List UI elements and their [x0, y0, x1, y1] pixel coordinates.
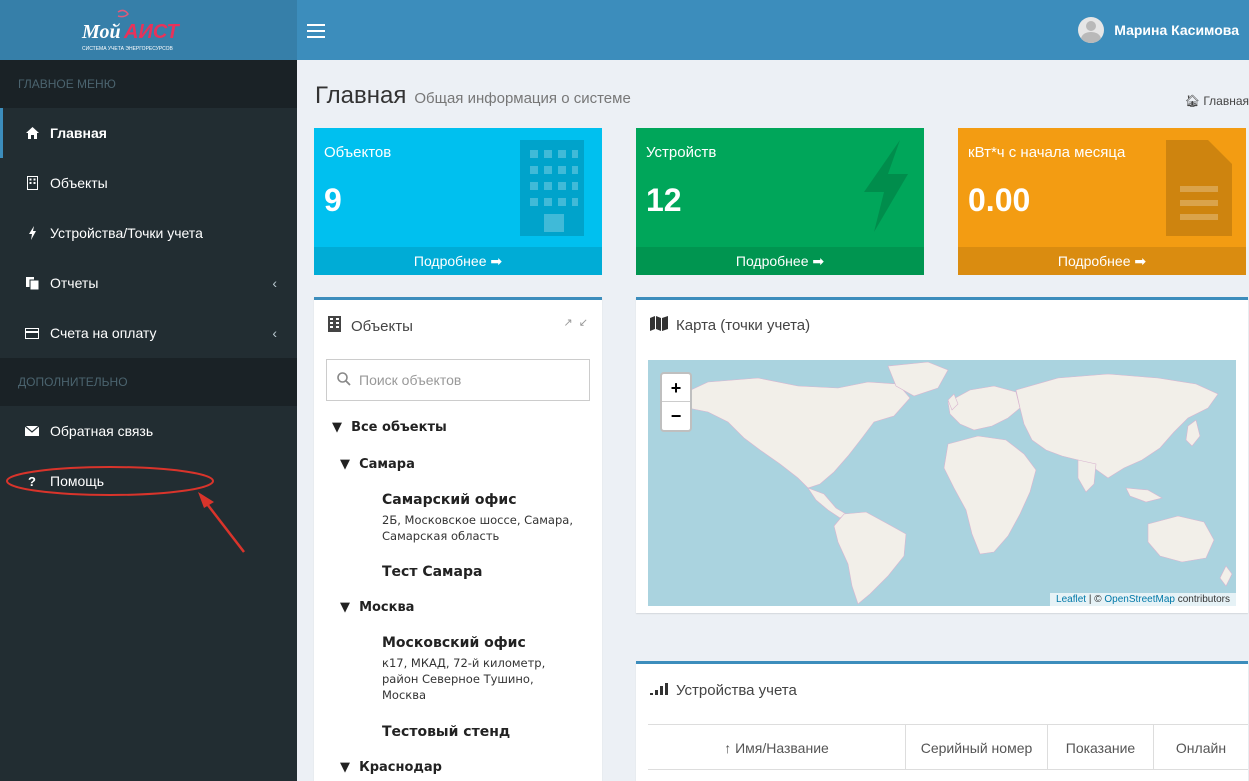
building-icon [520, 140, 584, 236]
page-subtitle: Общая информация о системе [414, 90, 631, 107]
tree-node-moscow[interactable]: ▼ Москва [340, 600, 414, 615]
map-view[interactable]: + − Leaflet | © OpenStreetMap contributo… [648, 360, 1236, 606]
sidebar-item-devices[interactable]: Устройства/Точки учета [0, 208, 297, 258]
tree-node-root[interactable]: ▼ Все объекты [332, 420, 447, 435]
top-navbar: Марина Касимова [297, 0, 1249, 60]
envelope-icon [22, 426, 42, 436]
column-header-online[interactable]: Онлайн [1154, 724, 1248, 770]
arrow-circle-right-icon: ➡ [490, 253, 503, 269]
home-icon: 🏠︎ [1184, 94, 1200, 108]
osm-link[interactable]: OpenStreetMap [1104, 594, 1175, 605]
app-logo[interactable]: Мой АИСТ СИСТЕМА УЧЕТА ЭНЕРГОРЕСУРСОВ [0, 0, 297, 60]
sidebar-item-label: Отчеты [50, 275, 99, 291]
sidebar-item-reports[interactable]: Отчеты ‹ [0, 258, 297, 308]
arrow-circle-right-icon: ➡ [812, 253, 825, 269]
arrow-circle-right-icon: ➡ [1134, 253, 1147, 269]
tile-value: 12 [646, 182, 682, 218]
tree-leaf-address: 2Б, Московское шоссе, Самара, Самарская … [382, 513, 573, 543]
zoom-out-button[interactable]: − [662, 402, 690, 430]
column-header-name[interactable]: ↑ Имя/Название [648, 724, 906, 770]
sidebar-item-home[interactable]: Главная [0, 108, 297, 158]
sidebar-item-label: Объекты [50, 175, 108, 191]
sidebar-item-label: Обратная связь [50, 423, 154, 439]
sidebar-toggle-icon[interactable] [307, 24, 325, 38]
tree-node-samara[interactable]: ▼ Самара [340, 457, 415, 472]
files-icon [22, 276, 42, 290]
tile-devices: Устройств 12 Подробнее ➡ [636, 128, 924, 275]
map-panel: Карта (точки учета) + − Leaflet | © Open… [636, 297, 1248, 613]
chevron-left-icon: ‹ [272, 325, 277, 341]
svg-text:Мой: Мой [81, 21, 121, 43]
objects-panel: Объекты ↗ ↙ Поиск объектов ▼ Все объекты… [314, 297, 602, 781]
tile-value: 9 [324, 182, 342, 218]
column-header-reading[interactable]: Показание [1048, 724, 1154, 770]
world-map [677, 361, 1233, 605]
map-zoom-control: + − [660, 372, 692, 432]
search-placeholder: Поиск объектов [359, 372, 462, 388]
devices-panel-title: Устройства учета [650, 682, 797, 699]
breadcrumb[interactable]: 🏠︎ Главная [1185, 94, 1249, 108]
collapse-icon[interactable]: ↙ [579, 317, 588, 329]
page-header: Главная Общая информация о системе [315, 82, 631, 110]
tree-leaf-moscow-test[interactable]: Тестовый стенд [382, 724, 510, 740]
chevron-left-icon: ‹ [272, 275, 277, 291]
search-icon [337, 371, 351, 389]
tile-label: кВт*ч с начала месяца [968, 144, 1126, 161]
panel-tools: ↗ ↙ [563, 316, 588, 329]
document-icon [1166, 140, 1232, 236]
svg-text:АИСТ: АИСТ [123, 21, 181, 43]
zoom-in-button[interactable]: + [662, 374, 690, 402]
tile-more-link[interactable]: Подробнее ➡ [958, 247, 1246, 275]
tile-more-link[interactable]: Подробнее ➡ [636, 247, 924, 275]
map-icon [650, 316, 668, 335]
sidebar: ГЛАВНОЕ МЕНЮ Главная Объекты Устройства/… [0, 60, 297, 781]
page-title: Главная [315, 82, 407, 109]
building-icon [328, 316, 341, 336]
sidebar-item-label: Счета на оплату [50, 325, 157, 341]
credit-card-icon [22, 327, 42, 339]
sidebar-header-extra: ДОПОЛНИТЕЛЬНО [0, 358, 297, 406]
bolt-icon [22, 226, 42, 240]
search-input[interactable]: Поиск объектов [326, 359, 590, 401]
help-annotation [6, 466, 245, 553]
tree-leaf-moscow-office[interactable]: Московский офис [382, 635, 526, 651]
tile-more-link[interactable]: Подробнее ➡ [314, 247, 602, 275]
main-content: Главная Общая информация о системе 🏠︎ Гл… [297, 60, 1249, 781]
bolt-icon [864, 140, 908, 232]
tree-leaf-samara-test[interactable]: Тест Самара [382, 564, 482, 580]
expand-icon[interactable]: ↗ [563, 317, 572, 329]
column-header-serial[interactable]: Серийный номер [906, 724, 1048, 770]
sidebar-header-main: ГЛАВНОЕ МЕНЮ [0, 60, 297, 108]
user-menu[interactable]: Марина Касимова [1078, 0, 1249, 60]
sidebar-item-invoices[interactable]: Счета на оплату ‹ [0, 308, 297, 358]
breadcrumb-item: Главная [1203, 94, 1249, 108]
building-icon [22, 176, 42, 190]
devices-panel: Устройства учета ↑ Имя/Название Серийный… [636, 661, 1248, 781]
tree-leaf-address: к17, МКАД, 72-й километр, район Северное… [382, 656, 546, 702]
home-icon [22, 127, 42, 139]
tile-energy: кВт*ч с начала месяца 0.00 Подробнее ➡ [958, 128, 1246, 275]
svg-text:СИСТЕМА УЧЕТА ЭНЕРГОРЕСУРСОВ: СИСТЕМА УЧЕТА ЭНЕРГОРЕСУРСОВ [82, 46, 174, 52]
tile-objects: Объектов 9 Подробнее ➡ [314, 128, 602, 275]
sidebar-item-objects[interactable]: Объекты [0, 158, 297, 208]
tile-value: 0.00 [968, 182, 1031, 218]
tree-node-krasnodar[interactable]: ▼ Краснодар [340, 760, 442, 775]
logo-graphic: Мой АИСТ СИСТЕМА УЧЕТА ЭНЕРГОРЕСУРСОВ [81, 9, 181, 52]
tile-label: Устройств [646, 144, 717, 161]
sidebar-item-label: Главная [50, 125, 107, 141]
map-attribution: Leaflet | © OpenStreetMap contributors [1050, 593, 1236, 606]
tree-leaf-samara-office[interactable]: Самарский офис [382, 492, 517, 508]
objects-panel-title: Объекты [328, 316, 413, 336]
map-panel-title: Карта (точки учета) [650, 316, 810, 335]
signal-bars-icon [650, 682, 670, 699]
user-name: Марина Касимова [1114, 22, 1239, 38]
avatar [1078, 17, 1105, 43]
leaflet-link[interactable]: Leaflet [1056, 594, 1086, 605]
tile-label: Объектов [324, 144, 392, 161]
sidebar-item-label: Устройства/Точки учета [50, 225, 203, 241]
